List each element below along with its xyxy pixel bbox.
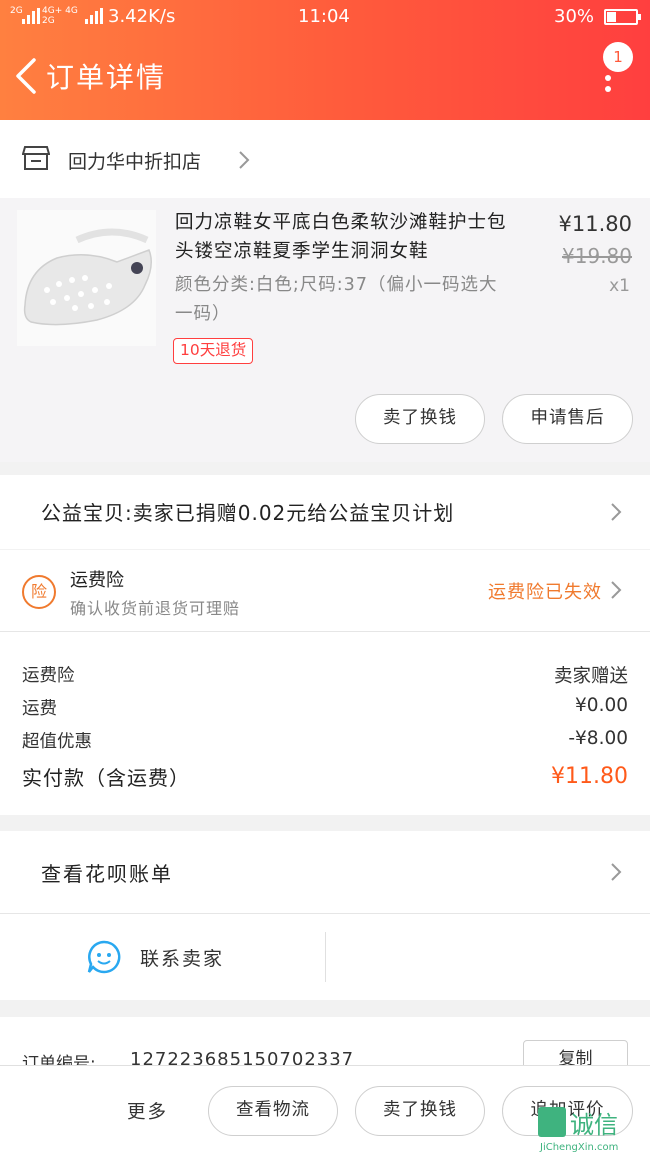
header-background: 2G 4G+ 4G 2G 3.42K/s 11:04 30% 订单详情 1: [0, 0, 650, 120]
chevron-right-icon: [611, 863, 622, 881]
insurance-icon: 险: [22, 575, 56, 609]
contact-seller-bar: 联系卖家: [0, 913, 650, 1000]
product-image[interactable]: [17, 210, 156, 346]
original-price: ¥19.80: [562, 244, 632, 268]
view-logistics-button[interactable]: 查看物流: [208, 1086, 338, 1136]
product-title[interactable]: 回力凉鞋女平底白色柔软沙滩鞋护士包头镂空凉鞋夏季学生洞洞女鞋: [175, 208, 525, 266]
battery-percent: 30%: [554, 6, 595, 27]
status-bar: 2G 4G+ 4G 2G 3.42K/s 11:04 30%: [0, 0, 650, 34]
fee-label: 运费险: [22, 666, 75, 686]
after-sale-button[interactable]: 申请售后: [502, 394, 633, 444]
nav-bar: 订单详情 1: [0, 34, 650, 120]
fee-value: -¥8.00: [568, 728, 628, 749]
insurance-status[interactable]: 运费险已失效: [488, 578, 602, 604]
fee-label: 运费: [22, 699, 57, 719]
more-button[interactable]: 更多: [127, 1098, 168, 1124]
store-icon: [22, 146, 50, 170]
refund-policy-tag: 10天退货: [173, 338, 254, 364]
chevron-right-icon: [611, 581, 622, 599]
network-speed: 3.42K/s: [108, 6, 176, 27]
product-quantity: x1: [609, 276, 630, 296]
notification-badge: 1: [603, 42, 633, 72]
fee-label: 超值优惠: [22, 732, 92, 752]
clock: 11:04: [298, 6, 350, 27]
signal-type-label: 2G: [10, 6, 23, 16]
copy-button[interactable]: 复制: [523, 1040, 628, 1065]
product-price: ¥11.80: [558, 212, 632, 236]
order-number: 127223685150702337: [130, 1049, 355, 1065]
watermark-logo-icon: 诚信 JiChengXin.com: [538, 1107, 618, 1153]
chat-bubble-icon[interactable]: [86, 939, 122, 975]
contact-seller-button[interactable]: 联系卖家: [140, 944, 224, 971]
battery-icon: [604, 9, 641, 25]
product-spec: 颜色分类:白色;尺码:37（偏小一码选大一码）: [175, 275, 498, 324]
paid-amount-label: 实付款（含运费）: [22, 766, 190, 790]
sell-button[interactable]: 卖了换钱: [355, 394, 485, 444]
insurance-subtitle: 确认收货前退货可理赔: [70, 599, 241, 618]
shop-row[interactable]: 回力华中折扣店: [0, 120, 650, 198]
fee-value: 卖家赠送: [553, 666, 628, 687]
watermark-cn: 诚信: [570, 1111, 618, 1139]
signal-bars-icon: [22, 8, 40, 24]
fee-summary: 运费险 卖家赠送 运费 ¥0.00 超值优惠 -¥8.00 实付款（含运费） ¥…: [0, 632, 650, 815]
product-card[interactable]: 回力凉鞋女平底白色柔软沙滩鞋护士包头镂空凉鞋夏季学生洞洞女鞋 颜色分类:白色;尺…: [0, 198, 650, 462]
order-number-label: 订单编号:: [22, 1054, 96, 1065]
divider: [325, 932, 326, 982]
watermark-logo: 诚信 JiChengXin.com: [536, 1105, 648, 1153]
shipping-insurance-row[interactable]: 险 运费险 确认收货前退货可理赔 运费险已失效: [0, 550, 650, 632]
huabei-bill-row[interactable]: 查看花呗账单: [0, 831, 650, 913]
charity-text: 公益宝贝:卖家已捐赠0.02元给公益宝贝计划: [41, 501, 455, 525]
back-arrow-icon[interactable]: [12, 56, 40, 96]
insurance-title: 运费险: [70, 570, 124, 591]
chevron-right-icon: [239, 151, 250, 169]
fee-value: ¥0.00: [575, 695, 628, 716]
order-number-row: 订单编号: 127223685150702337 复制: [0, 1017, 650, 1065]
page-title: 订单详情: [46, 61, 167, 94]
network-type-label: 4G+ 4G 2G: [42, 6, 78, 26]
signal-bars-icon-2: [85, 8, 103, 24]
chevron-right-icon: [611, 503, 622, 521]
charity-row[interactable]: 公益宝贝:卖家已捐赠0.02元给公益宝贝计划: [0, 475, 650, 549]
huabei-bill-text: 查看花呗账单: [41, 862, 173, 886]
watermark-en: JiChengXin.com: [539, 1142, 618, 1153]
shop-name[interactable]: 回力华中折扣店: [68, 147, 201, 174]
sell-button-bottom[interactable]: 卖了换钱: [355, 1086, 485, 1136]
paid-amount-value: ¥11.80: [551, 764, 628, 789]
